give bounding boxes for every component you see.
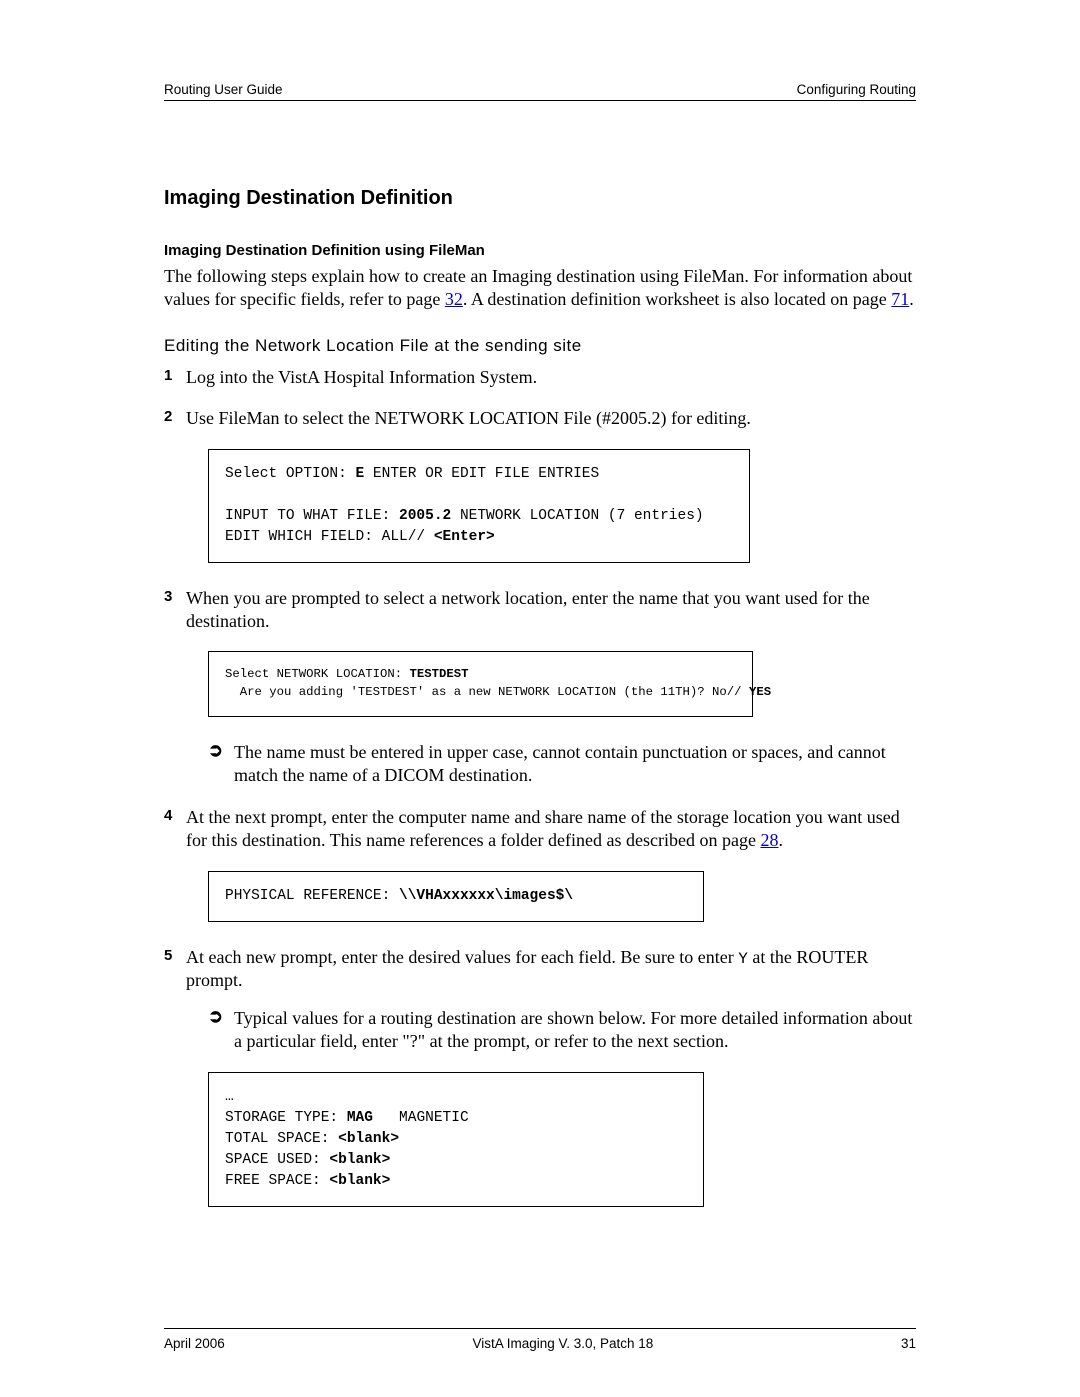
code-block-3: PHYSICAL REFERENCE: \\VHAxxxxxx\images$\ — [208, 871, 704, 922]
page-footer: April 2006 VistA Imaging V. 3.0, Patch 1… — [164, 1336, 916, 1351]
step-5-smallcaps: ROUTER — [796, 947, 868, 967]
step-4-post: . — [778, 830, 783, 850]
step-1: Log into the VistA Hospital Information … — [164, 366, 916, 389]
arrow-icon: ➲ — [208, 1007, 226, 1054]
step-2-pre: Use FileMan to select the — [186, 408, 374, 428]
procedure-title: Editing the Network Location File at the… — [164, 336, 916, 356]
footer-page-number: 31 — [901, 1336, 916, 1351]
step-5-mono: Y — [738, 950, 748, 968]
step-2: Use FileMan to select the NETWORK LOCATI… — [164, 407, 916, 562]
procedure-steps: Log into the VistA Hospital Information … — [164, 366, 916, 1207]
running-header: Routing User Guide Configuring Routing — [164, 82, 916, 101]
step-4-text: At the next prompt, enter the computer n… — [186, 806, 916, 853]
note-3-text: The name must be entered in upper case, … — [234, 741, 916, 788]
intro-text-3: . — [909, 289, 914, 309]
header-right: Configuring Routing — [797, 82, 916, 97]
step-4: At the next prompt, enter the computer n… — [164, 806, 916, 922]
arrow-icon: ➲ — [208, 741, 226, 788]
step-1-text: Log into the VistA Hospital Information … — [186, 366, 916, 389]
footer-title: VistA Imaging V. 3.0, Patch 18 — [472, 1336, 653, 1351]
code-block-1: Select OPTION: E ENTER OR EDIT FILE ENTR… — [208, 449, 750, 563]
step-2-text: Use FileMan to select the NETWORK LOCATI… — [186, 407, 916, 430]
step-5-text: At each new prompt, enter the desired va… — [186, 946, 916, 993]
section-title: Imaging Destination Definition — [164, 187, 916, 210]
code-block-4: … STORAGE TYPE: MAG MAGNETIC TOTAL SPACE… — [208, 1072, 704, 1207]
page-link-28[interactable]: 28 — [760, 830, 778, 850]
step-3: When you are prompted to select a networ… — [164, 587, 916, 788]
intro-paragraph: The following steps explain how to creat… — [164, 265, 916, 312]
step-4-pre: At the next prompt, enter the computer n… — [186, 807, 900, 850]
step-2-smallcaps: NETWORK LOCATION — [374, 408, 558, 428]
page-link-32[interactable]: 32 — [445, 289, 463, 309]
footer-date: April 2006 — [164, 1336, 225, 1351]
note-step-3: ➲ The name must be entered in upper case… — [208, 741, 916, 788]
subsection-heading: Imaging Destination Definition using Fil… — [164, 242, 916, 259]
code-block-2: Select NETWORK LOCATION: TESTDEST Are yo… — [208, 651, 753, 717]
intro-text-2: . A destination definition worksheet is … — [463, 289, 891, 309]
step-2-post: File (#2005.2) for editing. — [559, 408, 751, 428]
page-content: Routing User Guide Configuring Routing I… — [0, 0, 1080, 1207]
footer-rule — [164, 1328, 916, 1329]
step-5-pre: At each new prompt, enter the desired va… — [186, 947, 738, 967]
header-left: Routing User Guide — [164, 82, 283, 97]
page-link-71[interactable]: 71 — [891, 289, 909, 309]
step-5: At each new prompt, enter the desired va… — [164, 946, 916, 1207]
step-3-text: When you are prompted to select a networ… — [186, 587, 916, 634]
step-5-mid: at the — [748, 947, 796, 967]
note-5-text: Typical values for a routing destination… — [234, 1007, 916, 1054]
note-step-5: ➲ Typical values for a routing destinati… — [208, 1007, 916, 1054]
step-5-post: prompt. — [186, 970, 243, 990]
